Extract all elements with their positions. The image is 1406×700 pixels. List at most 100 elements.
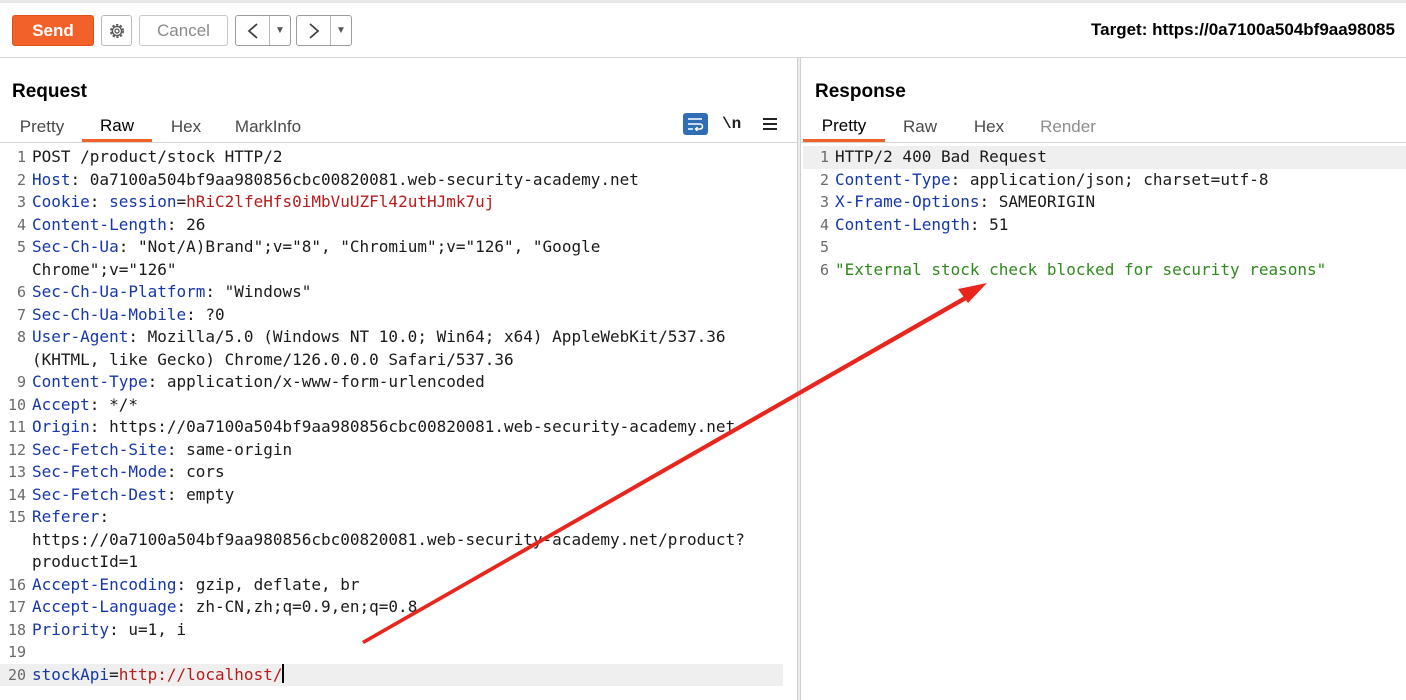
line-text: Sec-Ch-Ua-Mobile: ?0: [32, 304, 225, 327]
line-number: 3: [16, 193, 26, 211]
line-text: Sec-Fetch-Site: same-origin: [32, 439, 292, 462]
line-number: 4: [819, 215, 829, 234]
line-text: Sec-Ch-Ua: "Not/A)Brand";v="8", "Chromiu…: [32, 236, 600, 259]
request-line: 7 Sec-Ch-Ua-Mobile: ?0: [0, 304, 783, 327]
response-editor[interactable]: 1 HTTP/2 400 Bad Request 2 Content-Type: ap…: [803, 146, 1406, 281]
response-line: 6 "External stock check blocked for secur…: [803, 259, 1406, 282]
word-wrap-icon[interactable]: [683, 113, 708, 135]
line-text: Referer:: [32, 506, 109, 529]
header-name: Sec-Fetch-Dest: [32, 484, 167, 504]
header-name: Accept: [32, 394, 90, 414]
panel-splitter[interactable]: [797, 58, 801, 700]
request-tab-markinfo[interactable]: MarkInfo: [220, 112, 316, 142]
request-tab-raw[interactable]: Raw: [82, 112, 152, 142]
header-value: : https://0a7100a504bf9aa980856cbc008200…: [89, 417, 736, 436]
line-text: HTTP/2 400 Bad Request: [835, 146, 1047, 169]
chevron-left-icon: [247, 22, 258, 39]
header-name: Content-Length: [835, 214, 970, 234]
line-text: Content-Length: 51: [835, 214, 1008, 237]
line-number: 1: [16, 148, 26, 166]
line-text: Content-Type: application/json; charset=…: [835, 169, 1268, 192]
forward-button[interactable]: [297, 16, 331, 45]
header-name: User-Agent: [32, 327, 129, 346]
line-text: Chrome";v="126": [32, 259, 177, 282]
target-url[interactable]: Target: https://0a7100a504bf9aa98085: [1091, 20, 1395, 40]
header-value: : "Windows": [205, 282, 312, 301]
line-text: Host: 0a7100a504bf9aa980856cbc00820081.w…: [32, 169, 639, 192]
line-number: 8: [16, 328, 26, 346]
hamburger-menu-icon[interactable]: [763, 118, 778, 130]
request-line: 2 Host: 0a7100a504bf9aa980856cbc00820081.…: [0, 169, 783, 192]
header-name: Sec-Fetch-Site: [32, 439, 167, 459]
plain-text: https://0a7100a504bf9aa980856cbc00820081…: [32, 529, 745, 549]
request-editor[interactable]: 1 POST /product/stock HTTP/2 2 Host: 0a7100…: [0, 146, 783, 686]
request-line: (KHTML, like Gecko) Chrome/126.0.0.0 Saf…: [0, 349, 783, 372]
line-text: Accept-Language: zh-CN,zh;q=0.9,en;q=0.8: [32, 596, 417, 619]
body-param-value: http://localhost/: [118, 664, 283, 684]
response-tab-pretty[interactable]: Pretty: [803, 112, 885, 142]
line-text: Cookie: session=hRiC2lfeHfs0iMbVuUZFl42u…: [32, 191, 494, 214]
back-button[interactable]: [236, 16, 270, 45]
header-value: : 26: [166, 214, 206, 234]
line-text: Content-Length: 26: [32, 214, 205, 237]
line-number: 13: [7, 463, 26, 481]
plain-text: productId=1: [32, 552, 138, 571]
forward-history-dropdown[interactable]: ▼: [331, 16, 351, 45]
cancel-button[interactable]: Cancel: [139, 15, 228, 46]
request-line: 20 stockApi=http://localhost/: [0, 663, 783, 687]
header-name: X-Frame-Options: [835, 192, 980, 211]
send-button[interactable]: Send: [12, 15, 94, 46]
newline-toggle-icon[interactable]: \n: [722, 115, 741, 133]
response-tab-render[interactable]: Render: [1023, 112, 1113, 142]
header-name: Referer: [32, 507, 100, 526]
header-name: Content-Type: [835, 169, 951, 189]
line-text: POST /product/stock HTTP/2: [32, 146, 282, 169]
line-number: 16: [7, 575, 26, 594]
request-line: 11 Origin: https://0a7100a504bf9aa980856c…: [0, 416, 783, 439]
header-value: : application/json; charset=utf-8: [950, 169, 1269, 189]
line-text: Origin: https://0a7100a504bf9aa980856cbc…: [32, 416, 735, 439]
line-text: Priority: u=1, i: [32, 619, 186, 642]
header-name: Accept-Language: [32, 597, 177, 616]
cookie-value: hRiC2lfeHfs0iMbVuUZFl42utHJmk7uj: [186, 192, 495, 211]
header-name: Sec-Fetch-Mode: [32, 462, 167, 481]
line-text: Sec-Fetch-Mode: cors: [32, 461, 225, 484]
plain-text: POST /product/stock HTTP/2: [32, 147, 283, 166]
request-tab-pretty[interactable]: Pretty: [12, 112, 72, 142]
request-tab-hex[interactable]: Hex: [156, 112, 216, 142]
line-number: 20: [7, 665, 26, 684]
response-tab-raw[interactable]: Raw: [885, 112, 955, 142]
line-text: X-Frame-Options: SAMEORIGIN: [835, 191, 1095, 214]
header-name: Priority: [32, 619, 110, 639]
line-number: 12: [7, 440, 26, 459]
response-tab-hex[interactable]: Hex: [955, 112, 1023, 142]
plain-text: Chrome";v="126": [32, 259, 177, 279]
request-line: 10 Accept: */*: [0, 394, 783, 417]
request-line: https://0a7100a504bf9aa980856cbc00820081…: [0, 529, 783, 552]
header-value: : zh-CN,zh;q=0.9,en;q=0.8: [176, 597, 418, 616]
header-value: : cors: [166, 462, 225, 481]
response-line: 1 HTTP/2 400 Bad Request: [803, 146, 1406, 169]
line-number: 5: [16, 238, 26, 256]
back-history-dropdown[interactable]: ▼: [270, 16, 290, 45]
request-line: Chrome";v="126": [0, 259, 783, 282]
annotation-arrow-head: [958, 283, 987, 303]
back-nav-group: ▼: [235, 15, 291, 46]
body-param-equals: =: [109, 664, 119, 684]
header-name: Cookie: [32, 192, 90, 211]
header-value: : SAMEORIGIN: [979, 192, 1096, 211]
cookie-equals: =: [176, 192, 187, 211]
line-text: User-Agent: Mozilla/5.0 (Windows NT 10.0…: [32, 326, 726, 349]
header-value: : gzip, deflate, br: [176, 574, 360, 594]
line-number: 2: [819, 170, 829, 189]
header-value: : u=1, i: [109, 619, 187, 639]
line-text: Accept: */*: [32, 394, 138, 417]
header-value: : */*: [89, 394, 138, 414]
settings-button[interactable]: [101, 15, 132, 46]
header-value: : "Not/A)Brand";v="8", "Chromium";v="126…: [118, 237, 601, 256]
request-line: 12 Sec-Fetch-Site: same-origin: [0, 439, 783, 462]
request-line: 18 Priority: u=1, i: [0, 619, 783, 642]
header-value: : 0a7100a504bf9aa980856cbc00820081.web-s…: [70, 169, 639, 189]
line-text: stockApi=http://localhost/: [32, 663, 285, 687]
caret-down-icon: ▼: [336, 25, 346, 36]
